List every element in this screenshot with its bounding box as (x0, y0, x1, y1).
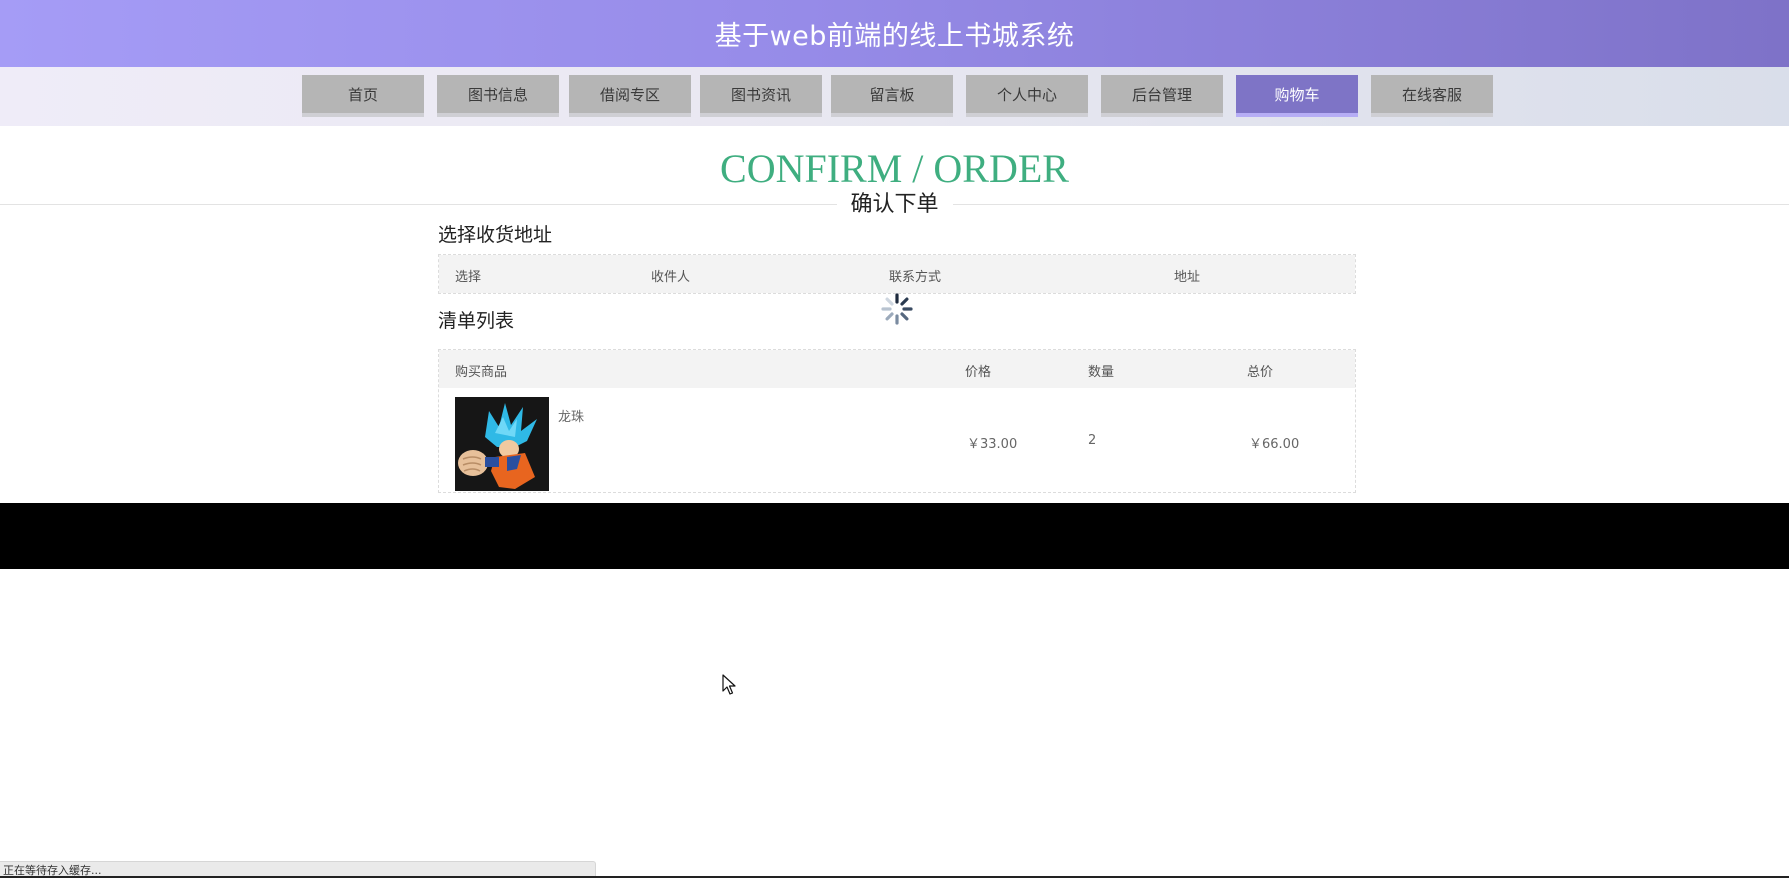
order-col-product: 购买商品 (455, 365, 508, 380)
mouse-pointer-icon (722, 674, 736, 695)
nav-item-borrow[interactable]: 借阅专区 (569, 75, 691, 117)
footer-bar (0, 503, 1789, 569)
address-section-title: 选择收货地址 (438, 224, 553, 246)
product-name[interactable]: 龙珠 (558, 406, 584, 425)
order-section-title: 清单列表 (438, 310, 515, 332)
order-col-total: 总价 (1247, 365, 1274, 380)
order-table-header: 购买商品 价格 数量 总价 (439, 350, 1355, 388)
address-col-address: 地址 (1174, 270, 1201, 285)
order-table: 购买商品 价格 数量 总价 龙珠 ￥33.00 2 ￥66.00 (438, 349, 1356, 493)
address-col-contact: 联系方式 (889, 270, 942, 285)
order-col-quantity: 数量 (1088, 365, 1115, 380)
nav-item-cart[interactable]: 购物车 (1236, 75, 1358, 117)
order-col-price: 价格 (965, 365, 992, 380)
book-cover-image[interactable] (455, 397, 549, 491)
page-subheading: 确认下单 (836, 190, 953, 220)
nav-item-profile[interactable]: 个人中心 (966, 75, 1088, 117)
product-quantity: 2 (1088, 433, 1097, 448)
loading-spinner-icon (881, 293, 913, 325)
page-heading: CONFIRM / ORDER (720, 146, 1069, 191)
site-header: 基于web前端的线上书城系统 (0, 0, 1789, 67)
nav-item-customer-service[interactable]: 在线客服 (1371, 75, 1493, 117)
site-title: 基于web前端的线上书城系统 (714, 21, 1075, 52)
nav-item-book-news[interactable]: 图书资讯 (700, 75, 822, 117)
address-col-select: 选择 (455, 270, 482, 285)
nav-item-message-board[interactable]: 留言板 (831, 75, 953, 117)
product-price: ￥33.00 (967, 437, 1018, 452)
address-table-header: 选择 收件人 联系方式 地址 (439, 255, 1355, 293)
nav-item-book-info[interactable]: 图书信息 (437, 75, 559, 117)
address-col-recipient: 收件人 (651, 270, 691, 285)
nav-item-admin[interactable]: 后台管理 (1101, 75, 1223, 117)
main-nav: 首页 图书信息 借阅专区 图书资讯 留言板 个人中心 后台管理 购物车 在线客服 (0, 67, 1789, 126)
product-total: ￥66.00 (1249, 437, 1300, 452)
table-row: 龙珠 ￥33.00 2 ￥66.00 (439, 388, 1355, 492)
nav-item-home[interactable]: 首页 (302, 75, 424, 117)
address-table: 选择 收件人 联系方式 地址 (438, 254, 1356, 294)
